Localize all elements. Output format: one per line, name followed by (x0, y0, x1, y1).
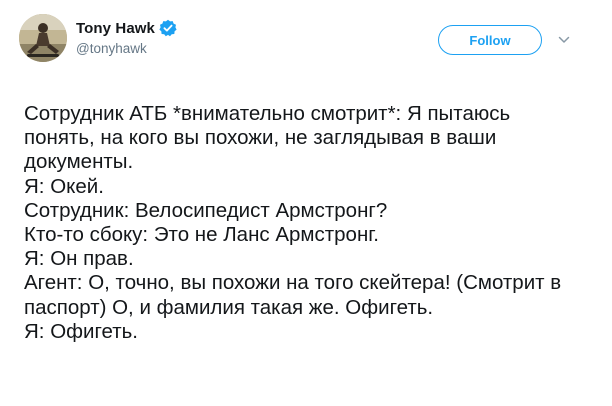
tweet-line: понять, на кого вы похожи, не заглядывая… (24, 126, 497, 150)
tweet-line: Агент: О, точно, вы похожи на того скейт… (24, 271, 562, 295)
avatar[interactable] (19, 14, 67, 62)
chevron-down-icon[interactable] (557, 33, 571, 47)
tweet-line: Я: Он прав. (24, 247, 134, 271)
tweet-line: Я: Офигеть. (24, 319, 138, 343)
tweet-line: Сотрудник АТБ *внимательно смотрит*: Я п… (24, 102, 511, 125)
tweet-line: Кто-то сбоку: Это не Ланс Армстронг. (24, 223, 379, 247)
tweet-line: Сотрудник: Велосипедист Армстронг? (24, 198, 388, 222)
avatar-image (19, 14, 67, 62)
tweet-card: Tony Hawk @tonyhawk Follow Сотрудник АТБ… (0, 0, 612, 406)
author-name-row: Tony Hawk (76, 17, 177, 39)
tweet-line: документы. (24, 150, 134, 174)
user-handle[interactable]: @tonyhawk (76, 41, 147, 56)
display-name[interactable]: Tony Hawk (76, 20, 155, 37)
tweet-text: Сотрудник АТБ *внимательно смотрит*: Я п… (24, 102, 594, 344)
tweet-line: Я: Окей. (24, 174, 104, 198)
tweet-line: паспорт) О, и фамилия такая же. Офигеть. (24, 295, 434, 319)
verified-badge-icon (159, 19, 177, 37)
follow-button[interactable]: Follow (438, 25, 542, 55)
